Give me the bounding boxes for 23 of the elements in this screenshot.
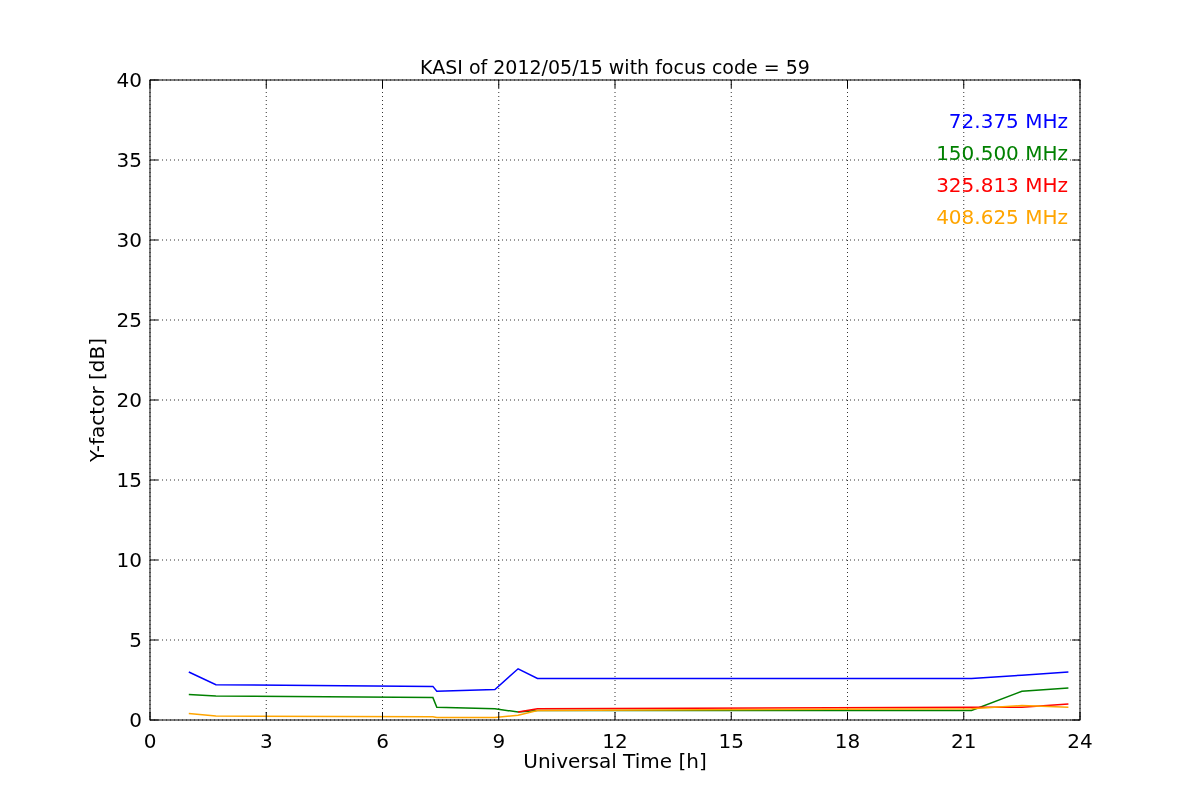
x-tick-label: 15 xyxy=(718,729,744,753)
chart-title: KASI of 2012/05/15 with focus code = 59 xyxy=(420,56,810,78)
y-tick-label: 40 xyxy=(116,68,142,92)
x-tick-label: 18 xyxy=(834,729,861,753)
y-tick-label: 35 xyxy=(116,148,142,172)
x-tick-label: 3 xyxy=(259,729,273,753)
x-tick-label: 9 xyxy=(492,729,506,753)
y-axis-label: Y-factor [dB] xyxy=(85,338,109,462)
y-tick-label: 15 xyxy=(116,468,142,492)
x-tick-label: 6 xyxy=(376,729,389,753)
legend-entry: 72.375 MHz xyxy=(948,109,1068,133)
y-tick-label: 10 xyxy=(116,548,142,572)
y-tick-label: 30 xyxy=(116,228,142,252)
y-tick-label: 20 xyxy=(116,388,142,412)
legend-entry: 150.500 MHz xyxy=(936,141,1068,165)
x-tick-label: 21 xyxy=(951,729,977,753)
x-tick-label: 0 xyxy=(143,729,157,753)
x-tick-label: 24 xyxy=(1067,729,1093,753)
y-tick-label: 0 xyxy=(129,708,142,732)
legend-entry: 325.813 MHz xyxy=(936,173,1068,197)
y-tick-label: 25 xyxy=(116,308,142,332)
legend-entry: 408.625 MHz xyxy=(936,205,1068,229)
y-tick-label: 5 xyxy=(129,628,142,652)
